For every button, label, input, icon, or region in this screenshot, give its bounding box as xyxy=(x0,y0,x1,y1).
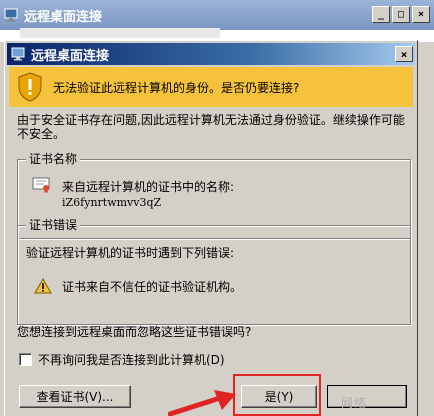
warning-banner: 无法验证此远程计算机的身份。是否仍要连接? xyxy=(9,67,413,107)
banner-message: 无法验证此远程计算机的身份。是否仍要连接? xyxy=(53,80,300,95)
dialog-title: 远程桌面连接 xyxy=(31,48,110,64)
dialog-close-button[interactable]: × xyxy=(395,46,413,62)
remote-desktop-icon xyxy=(11,47,25,61)
close-window-button[interactable]: × xyxy=(412,6,430,23)
minimize-button[interactable]: _ xyxy=(372,6,390,23)
dialog-titlebar[interactable]: 远程桌面连接 × xyxy=(7,43,415,65)
yes-button-highlight xyxy=(233,374,321,416)
dont-ask-checkbox[interactable] xyxy=(19,353,32,366)
cert-name-value: iZ6fynrtwmvv3qZ xyxy=(62,196,162,209)
maximize-button[interactable]: □ xyxy=(392,6,410,23)
cert-error-group: 证书错误 验证远程计算机的证书时遇到下列错误: 证书来自不信任的证书验证机构。 xyxy=(17,218,411,325)
outer-window-titlebar[interactable]: 远程桌面连接 _ □ × xyxy=(0,0,434,30)
cert-error-legend: 证书错误 xyxy=(26,218,81,232)
view-certificate-button[interactable]: 查看证书(V)... xyxy=(19,385,131,408)
dont-ask-row[interactable]: 不再询问我是否连接到此计算机(D) xyxy=(19,351,225,368)
cert-name-legend: 证书名称 xyxy=(26,152,81,166)
description-text: 由于安全证书存在问题,因此远程计算机无法通过身份验证。继续操作可能不安全。 xyxy=(17,113,405,141)
cert-name-label: 来自远程计算机的证书中的名称: xyxy=(62,180,235,194)
warning-triangle-icon xyxy=(34,278,52,294)
watermark-text: …网络 xyxy=(328,396,368,410)
certificate-icon xyxy=(32,177,50,193)
cert-error-intro: 验证远程计算机的证书时遇到下列错误: xyxy=(26,246,235,260)
outer-window-title: 远程桌面连接 xyxy=(24,9,103,25)
dont-ask-label[interactable]: 不再询问我是否连接到此计算机(D) xyxy=(38,351,225,368)
connect-question: 您想连接到远程桌面而忽略这些证书错误吗? xyxy=(17,325,252,339)
certificate-warning-dialog: 远程桌面连接 × 无法验证此远程计算机的身份。是否仍要连接? 由于安全证书存在问… xyxy=(4,40,418,416)
shield-warning-icon xyxy=(18,72,42,102)
remote-desktop-icon xyxy=(4,8,18,22)
cert-error-message: 证书来自不信任的证书验证机构。 xyxy=(62,280,243,294)
pointer-arrow-icon xyxy=(168,390,236,416)
ghost-text-area xyxy=(20,28,220,38)
